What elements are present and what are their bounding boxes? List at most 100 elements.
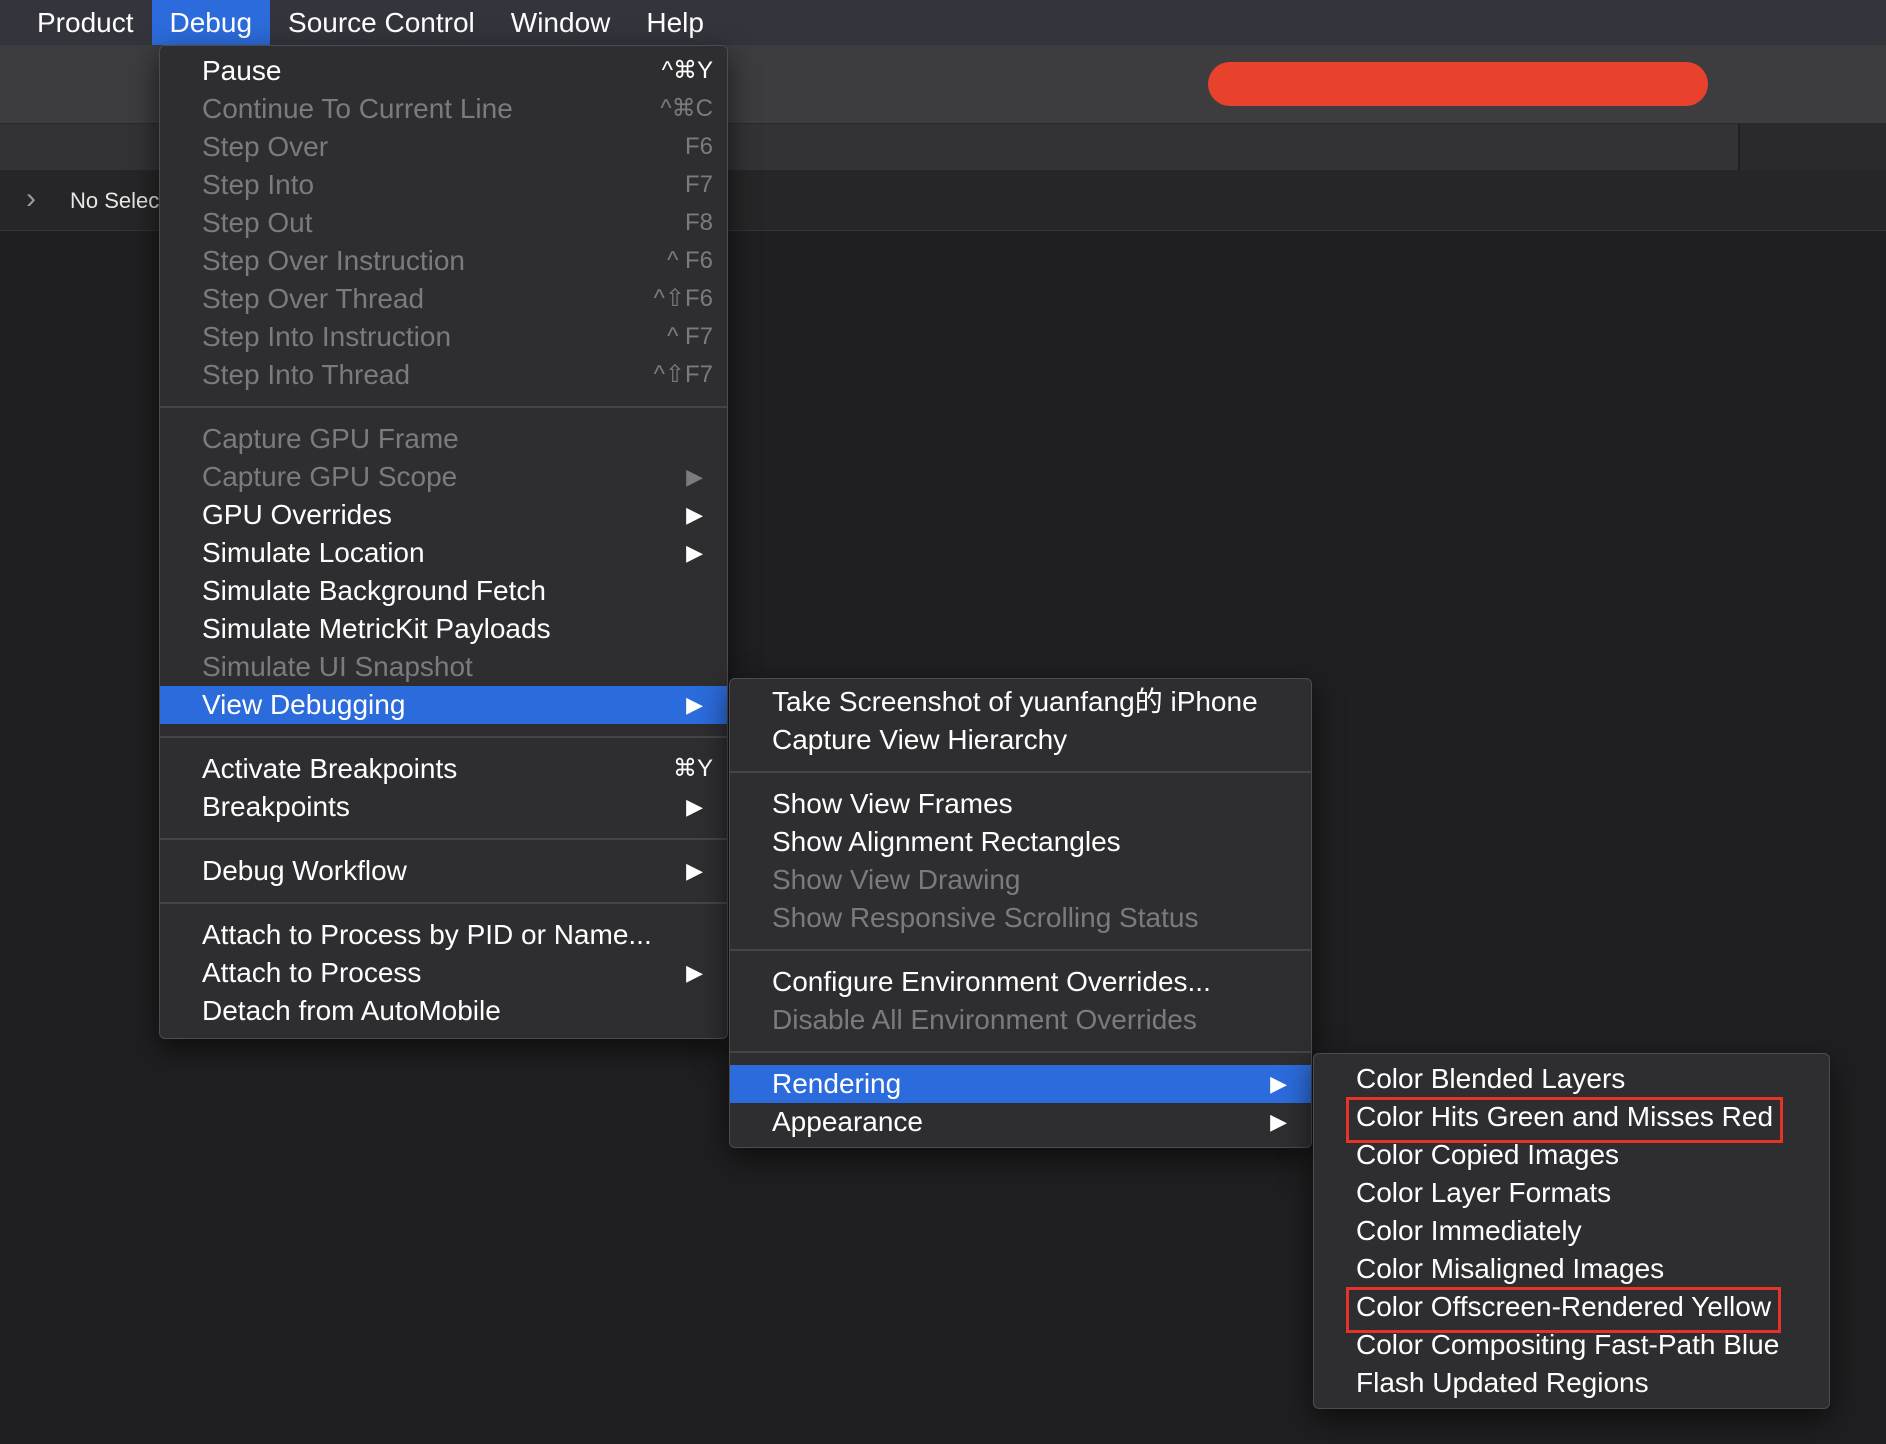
menu-item-activate-breakpoints[interactable]: Activate Breakpoints ⌘Y — [160, 750, 727, 788]
menu-separator — [160, 736, 727, 738]
menu-item-color-misaligned-images[interactable]: Color Misaligned Images — [1314, 1250, 1829, 1288]
menu-item-label: Activate Breakpoints — [202, 753, 458, 784]
menu-item-label: Debug Workflow — [202, 855, 407, 886]
menu-item-capture-view-hierarchy[interactable]: Capture View Hierarchy — [730, 721, 1311, 759]
menu-item-attach-to-process-by-pid-or-name[interactable]: Attach to Process by PID or Name... — [160, 916, 727, 954]
menu-item-color-compositing-fast-path-blue[interactable]: Color Compositing Fast-Path Blue — [1314, 1326, 1829, 1364]
menu-item-show-responsive-scrolling-status[interactable]: Show Responsive Scrolling Status — [730, 899, 1311, 937]
menu-item-color-hits-green-and-misses-red[interactable]: Color Hits Green and Misses Red — [1314, 1098, 1829, 1136]
menu-item-label: Color Immediately — [1356, 1215, 1582, 1246]
menu-item-label: Configure Environment Overrides... — [772, 966, 1211, 997]
menu-item-simulate-ui-snapshot[interactable]: Simulate UI Snapshot — [160, 648, 727, 686]
keyboard-shortcut: ^⌘C — [660, 95, 713, 122]
menu-item-gpu-overrides[interactable]: GPU Overrides ▶ — [160, 496, 727, 534]
menu-item-label: Rendering — [772, 1068, 902, 1099]
submenu-arrow-icon: ▶ — [1270, 1071, 1287, 1096]
menu-item-color-offscreen-rendered-yellow[interactable]: Color Offscreen-Rendered Yellow — [1314, 1288, 1829, 1326]
menu-item-label: Simulate UI Snapshot — [202, 651, 473, 682]
menubar-item-debug[interactable]: Debug — [151, 0, 271, 45]
keyboard-shortcut: F6 — [684, 133, 713, 160]
menu-item-attach-to-process[interactable]: Attach to Process ▶ — [160, 954, 727, 992]
submenu-arrow-icon: ▶ — [686, 858, 703, 883]
menu-item-label: Pause — [202, 55, 282, 86]
menu-item-simulate-metrickit-payloads[interactable]: Simulate MetricKit Payloads — [160, 610, 727, 648]
menu-item-color-layer-formats[interactable]: Color Layer Formats — [1314, 1174, 1829, 1212]
menu-item-detach-from-automobile[interactable]: Detach from AutoMobile — [160, 992, 727, 1030]
menu-item-color-immediately[interactable]: Color Immediately — [1314, 1212, 1829, 1250]
menu-item-label: Color Hits Green and Misses Red — [1356, 1101, 1774, 1132]
menu-item-label: Show Alignment Rectangles — [772, 826, 1121, 857]
menu-item-label: Step Over Instruction — [202, 245, 466, 276]
submenu-arrow-icon: ▶ — [686, 692, 703, 717]
menu-item-disable-all-environment-overrides[interactable]: Disable All Environment Overrides — [730, 1001, 1311, 1039]
menubar-item-window[interactable]: Window — [493, 0, 629, 45]
menu-item-appearance[interactable]: Appearance ▶ — [730, 1103, 1311, 1141]
keyboard-shortcut: ⌘Y — [672, 755, 713, 782]
menu-item-debug-workflow[interactable]: Debug Workflow ▶ — [160, 852, 727, 890]
menu-separator — [160, 902, 727, 904]
submenu-arrow-icon: ▶ — [686, 540, 703, 565]
menu-item-step-over-thread[interactable]: Step Over Thread ^⇧F6 — [160, 280, 727, 318]
menu-item-configure-environment-overrides[interactable]: Configure Environment Overrides... — [730, 963, 1311, 1001]
menu-item-label: Color Compositing Fast-Path Blue — [1356, 1329, 1780, 1360]
menu-item-pause[interactable]: Pause ^⌘Y — [160, 52, 727, 90]
tab-bar-right — [1740, 124, 1886, 170]
menubar-item-product[interactable]: Product — [0, 0, 152, 45]
redaction-mark — [1208, 62, 1708, 106]
menu-separator — [730, 771, 1311, 773]
menu-item-step-over[interactable]: Step Over F6 — [160, 128, 727, 166]
menu-item-label: Take Screenshot of yuanfang的 iPhone — [772, 686, 1258, 717]
menu-item-step-into-instruction[interactable]: Step Into Instruction ^ F7 — [160, 318, 727, 356]
menu-item-show-view-frames[interactable]: Show View Frames — [730, 785, 1311, 823]
jump-bar-label: No Selec — [70, 188, 160, 213]
keyboard-shortcut: ^ F7 — [667, 323, 713, 350]
menu-item-step-into[interactable]: Step Into F7 — [160, 166, 727, 204]
menubar-item-help[interactable]: Help — [628, 0, 722, 45]
menu-item-label: Capture GPU Frame — [202, 423, 459, 454]
submenu-arrow-icon: ▶ — [686, 502, 703, 527]
menu-item-label: Flash Updated Regions — [1356, 1367, 1649, 1398]
chevron-right-icon[interactable]: › — [26, 182, 36, 216]
menu-item-rendering[interactable]: Rendering ▶ — [730, 1065, 1311, 1103]
menu-item-label: GPU Overrides — [202, 499, 392, 530]
menu-bar: Product Debug Source Control Window Help — [0, 0, 1886, 45]
menu-item-label: Appearance — [772, 1106, 924, 1137]
menu-item-label: View Debugging — [202, 689, 406, 720]
menu-item-label: Step Into Thread — [202, 359, 411, 390]
menu-item-label: Breakpoints — [202, 791, 350, 822]
menu-item-color-copied-images[interactable]: Color Copied Images — [1314, 1136, 1829, 1174]
menu-item-label: Show View Drawing — [772, 864, 1021, 895]
menu-item-label: Show View Frames — [772, 788, 1013, 819]
menu-item-flash-updated-regions[interactable]: Flash Updated Regions — [1314, 1364, 1829, 1402]
menu-item-step-into-thread[interactable]: Step Into Thread ^⇧F7 — [160, 356, 727, 394]
menu-item-label: Attach to Process by PID or Name... — [202, 919, 652, 950]
menu-item-step-over-instruction[interactable]: Step Over Instruction ^ F6 — [160, 242, 727, 280]
menu-separator — [160, 406, 727, 408]
menu-item-label: Color Offscreen-Rendered Yellow — [1356, 1291, 1772, 1322]
menu-item-capture-gpu-scope[interactable]: Capture GPU Scope ▶ — [160, 458, 727, 496]
menu-item-show-alignment-rectangles[interactable]: Show Alignment Rectangles — [730, 823, 1311, 861]
menu-item-label: Step Into Instruction — [202, 321, 452, 352]
menubar-item-source-control[interactable]: Source Control — [270, 0, 493, 45]
menu-item-simulate-background-fetch[interactable]: Simulate Background Fetch — [160, 572, 727, 610]
menu-item-continue-to-current-line[interactable]: Continue To Current Line ^⌘C — [160, 90, 727, 128]
menu-item-take-screenshot-of-yuanfang-iphone[interactable]: Take Screenshot of yuanfang的 iPhone — [730, 683, 1311, 721]
submenu-arrow-icon: ▶ — [1270, 1109, 1287, 1134]
menu-item-label: Attach to Process — [202, 957, 422, 988]
menu-item-show-view-drawing[interactable]: Show View Drawing — [730, 861, 1311, 899]
menu-item-label: Continue To Current Line — [202, 93, 513, 124]
menu-item-label: Capture View Hierarchy — [772, 724, 1068, 755]
keyboard-shortcut: ^ F6 — [667, 247, 713, 274]
menu-item-breakpoints[interactable]: Breakpoints ▶ — [160, 788, 727, 826]
menu-item-label: Step Into — [202, 169, 315, 200]
submenu-arrow-icon: ▶ — [686, 960, 703, 985]
menu-item-label: Step Over Thread — [202, 283, 425, 314]
menu-item-capture-gpu-frame[interactable]: Capture GPU Frame — [160, 420, 727, 458]
menu-separator — [160, 838, 727, 840]
menu-item-color-blended-layers[interactable]: Color Blended Layers — [1314, 1060, 1829, 1098]
submenu-arrow-icon: ▶ — [686, 464, 703, 489]
menu-item-view-debugging[interactable]: View Debugging ▶ — [160, 686, 727, 724]
menu-item-label: Step Out — [202, 207, 313, 238]
menu-item-simulate-location[interactable]: Simulate Location ▶ — [160, 534, 727, 572]
menu-item-step-out[interactable]: Step Out F8 — [160, 204, 727, 242]
